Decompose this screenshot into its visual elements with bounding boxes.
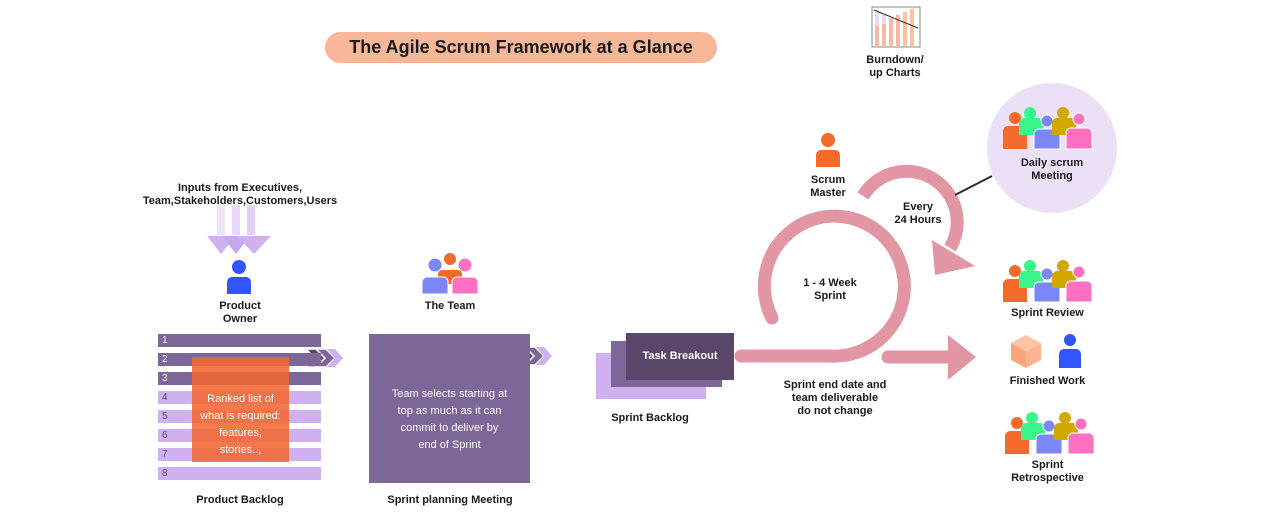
planning-text-line: top as much as it can <box>397 405 502 417</box>
sprint-planning-label: Sprint planning Meeting <box>387 494 513 506</box>
sprint-backlog-label: Sprint Backlog <box>611 412 689 424</box>
daily-scrum-line1: Daily scrum <box>1020 157 1084 169</box>
planning-text-line: commit to deliver by <box>400 422 499 434</box>
daily-scrum-group-icon <box>1003 107 1093 150</box>
finished-work-label: Finished Work <box>1009 375 1086 387</box>
daily-frequency-line1: Every <box>903 201 933 213</box>
scrum-master-icon <box>816 133 840 167</box>
sprint-duration-line1: 1 - 4 Week <box>803 277 857 289</box>
scrum-master-label: Scrum Master <box>798 174 858 200</box>
ranked-text-line: features, <box>219 427 262 439</box>
forward-arrow <box>881 335 976 380</box>
cube-icon <box>1011 335 1041 368</box>
scrum-master-line1: Scrum <box>810 174 846 186</box>
product-owner-line1: Product <box>219 300 261 312</box>
sprint-retrospective-label: Sprint Retrospective <box>995 459 1100 485</box>
sprint-retrospective-line2: Retrospective <box>1011 472 1084 484</box>
ranked-text-line: stories.., <box>219 444 262 456</box>
ranked-text-line: what is required: <box>200 410 281 422</box>
task-breakout-box: Task Breakout <box>626 333 734 380</box>
sprint-end-line3: do not change <box>797 405 873 417</box>
product-backlog-label: Product Backlog <box>196 494 284 506</box>
inputs-line2: Team,Stakeholders,Customers,Users <box>142 195 338 207</box>
team-label: The Team <box>424 300 476 312</box>
inputs-label: Inputs from Executives, Team,Stakeholder… <box>130 182 350 208</box>
backlog-row: 8 <box>158 467 321 480</box>
sprint-retrospective-line1: Sprint <box>1031 459 1064 471</box>
sprint-end-line1: Sprint end date and <box>783 379 887 391</box>
burndown-chart-icon <box>871 6 921 48</box>
planning-text-line: Team selects starting at <box>391 388 508 400</box>
burndown-line2: up Charts <box>869 67 921 79</box>
input-arrows-icon <box>207 205 271 254</box>
daily-frequency-line2: 24 Hours <box>894 214 942 226</box>
inputs-line1: Inputs from Executives, <box>177 182 303 194</box>
product-owner-label: Product Owner <box>200 300 280 326</box>
finished-work-icons <box>1011 334 1081 368</box>
sprint-end-line2: team deliverable <box>791 392 879 404</box>
backlog-row: 1 <box>158 334 321 347</box>
team-icon <box>421 253 479 295</box>
burndown-label: Burndown/ up Charts <box>850 54 940 80</box>
burndown-line1: Burndown/ <box>866 54 924 66</box>
ranked-list-overlay: Ranked list of what is required: feature… <box>192 357 289 462</box>
sprint-planning-box: Team selects starting at top as much as … <box>369 334 530 483</box>
sprint-review-group-icon <box>1003 260 1093 303</box>
ranked-text-line: Ranked list of <box>207 393 274 405</box>
product-owner-icon <box>227 260 251 294</box>
person-icon <box>1059 334 1081 368</box>
scrum-master-line2: Master <box>810 187 846 199</box>
planning-text-line: end of Sprint <box>418 439 481 451</box>
product-owner-line2: Owner <box>222 313 258 325</box>
sprint-duration-line2: Sprint <box>814 290 846 302</box>
sprint-retrospective-group-icon <box>1005 412 1095 455</box>
sprint-end-label: Sprint end date and team deliverable do … <box>755 379 915 418</box>
daily-scrum-line2: Meeting <box>1031 170 1073 182</box>
sprint-review-label: Sprint Review <box>1011 307 1084 319</box>
daily-scrum-label: Daily scrum Meeting <box>987 157 1117 183</box>
sprint-duration-label: 1 - 4 Week Sprint <box>790 277 870 303</box>
daily-frequency-label: Every 24 Hours <box>878 201 958 227</box>
